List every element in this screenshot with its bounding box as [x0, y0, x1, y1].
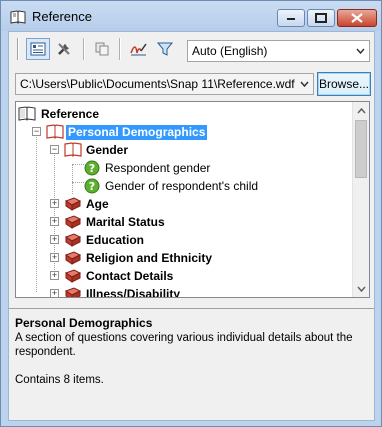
- question-icon: ?: [84, 160, 100, 176]
- expand-icon[interactable]: +: [50, 199, 59, 208]
- copy-icon: [95, 42, 109, 56]
- tree-item-label: Contact Details: [86, 268, 174, 283]
- minimize-button[interactable]: [277, 9, 305, 27]
- tree-item[interactable]: ? Respondent gender: [84, 159, 212, 177]
- chevron-down-icon[interactable]: [352, 41, 369, 61]
- view-mode-button[interactable]: [26, 38, 50, 60]
- tree-item[interactable]: Religion and Ethnicity: [64, 249, 214, 267]
- browse-button[interactable]: Browse...: [317, 72, 371, 96]
- tools-icon: [58, 43, 70, 55]
- expand-icon[interactable]: +: [50, 235, 59, 244]
- close-button[interactable]: [337, 9, 377, 27]
- tree-item[interactable]: Contact Details: [64, 267, 175, 285]
- tree-item[interactable]: Illness/Disability: [64, 285, 182, 298]
- client-area: Auto (English) C:\Users\Public\Documents…: [8, 31, 375, 421]
- description-count: Contains 8 items.: [15, 374, 104, 386]
- tree-item[interactable]: ? Gender of respondent's child: [84, 177, 260, 195]
- language-select[interactable]: Auto (English): [187, 40, 370, 62]
- reference-window: Reference Auto (English) C:\Users\Public…: [0, 0, 382, 427]
- panel-splitter[interactable]: [9, 301, 374, 306]
- tree-item-label: Illness/Disability: [86, 286, 181, 298]
- filter-button[interactable]: [153, 38, 177, 60]
- tree-item-label: Religion and Ethnicity: [86, 250, 213, 265]
- reference-tree[interactable]: Reference − Personal Demographics − Gend…: [15, 101, 370, 298]
- window-title: Reference: [32, 9, 92, 24]
- collapse-icon[interactable]: −: [50, 145, 59, 154]
- toolbar: Auto (English): [9, 32, 374, 66]
- collapse-icon[interactable]: −: [32, 127, 41, 136]
- tree-item-label: Gender: [86, 142, 129, 157]
- toolbar-grip[interactable]: [17, 38, 19, 60]
- toolbar-separator: [83, 38, 84, 60]
- chevron-down-icon[interactable]: [296, 74, 313, 94]
- expand-icon[interactable]: +: [50, 271, 59, 280]
- closed-book-icon: [64, 287, 82, 297]
- description-text: A section of questions covering various …: [15, 332, 353, 358]
- tree-item-label: Marital Status: [86, 214, 165, 229]
- tree-item[interactable]: Marital Status: [64, 213, 167, 231]
- closed-book-icon: [64, 269, 82, 283]
- book-icon: [18, 106, 36, 121]
- tree-item-label: Education: [86, 232, 145, 247]
- tree-scrollbar[interactable]: [352, 102, 369, 297]
- description-title: Personal Demographics: [15, 316, 153, 330]
- question-icon: ?: [84, 178, 100, 194]
- open-book-icon: [64, 142, 82, 157]
- tree-root-label: Reference: [41, 106, 100, 121]
- closed-book-icon: [64, 251, 82, 265]
- tree-item-label: Personal Demographics: [66, 124, 208, 140]
- open-book-icon: [46, 124, 64, 139]
- maximize-button[interactable]: [307, 9, 335, 27]
- tree-item-label: Age: [86, 196, 109, 211]
- filter-icon: [157, 42, 173, 56]
- expand-icon[interactable]: +: [50, 289, 59, 297]
- tree-line: [72, 164, 73, 194]
- scroll-thumb[interactable]: [355, 120, 367, 178]
- reference-path-select[interactable]: C:\Users\Public\Documents\Snap 11\Refere…: [15, 73, 314, 95]
- close-icon: [351, 13, 363, 23]
- tree-line: [36, 128, 37, 292]
- view-mode-icon: [30, 42, 46, 56]
- expand-icon[interactable]: +: [50, 253, 59, 262]
- minimize-icon: [287, 18, 295, 20]
- tools-button[interactable]: [52, 38, 76, 60]
- description-panel: Personal Demographics A section of quest…: [9, 308, 374, 420]
- tree-line: [72, 182, 84, 183]
- tree-item[interactable]: Personal Demographics: [46, 123, 208, 141]
- title-bar[interactable]: Reference: [1, 1, 381, 31]
- tree-line: [72, 164, 84, 165]
- scroll-up-icon[interactable]: [353, 102, 369, 119]
- scroll-down-icon[interactable]: [353, 280, 369, 297]
- expand-icon[interactable]: +: [50, 217, 59, 226]
- tree-item[interactable]: Age: [64, 195, 111, 213]
- maximize-icon: [315, 13, 327, 23]
- closed-book-icon: [64, 197, 82, 211]
- reference-path-value: C:\Users\Public\Documents\Snap 11\Refere…: [20, 77, 295, 91]
- tree-item[interactable]: Education: [64, 231, 146, 249]
- signature-icon: [130, 43, 147, 56]
- closed-book-icon: [64, 215, 82, 229]
- tree-item-label: Respondent gender: [105, 160, 211, 175]
- signature-button[interactable]: [127, 38, 151, 60]
- copy-button[interactable]: [90, 38, 114, 60]
- tree-item[interactable]: Gender: [64, 141, 130, 159]
- language-value: Auto (English): [192, 44, 268, 58]
- svg-text:?: ?: [89, 180, 95, 193]
- svg-text:?: ?: [89, 162, 95, 175]
- closed-book-icon: [64, 233, 82, 247]
- toolbar-separator: [119, 38, 120, 60]
- book-icon: [10, 10, 26, 24]
- tree-root[interactable]: Reference: [18, 105, 101, 123]
- tree-item-label: Gender of respondent's child: [105, 178, 259, 193]
